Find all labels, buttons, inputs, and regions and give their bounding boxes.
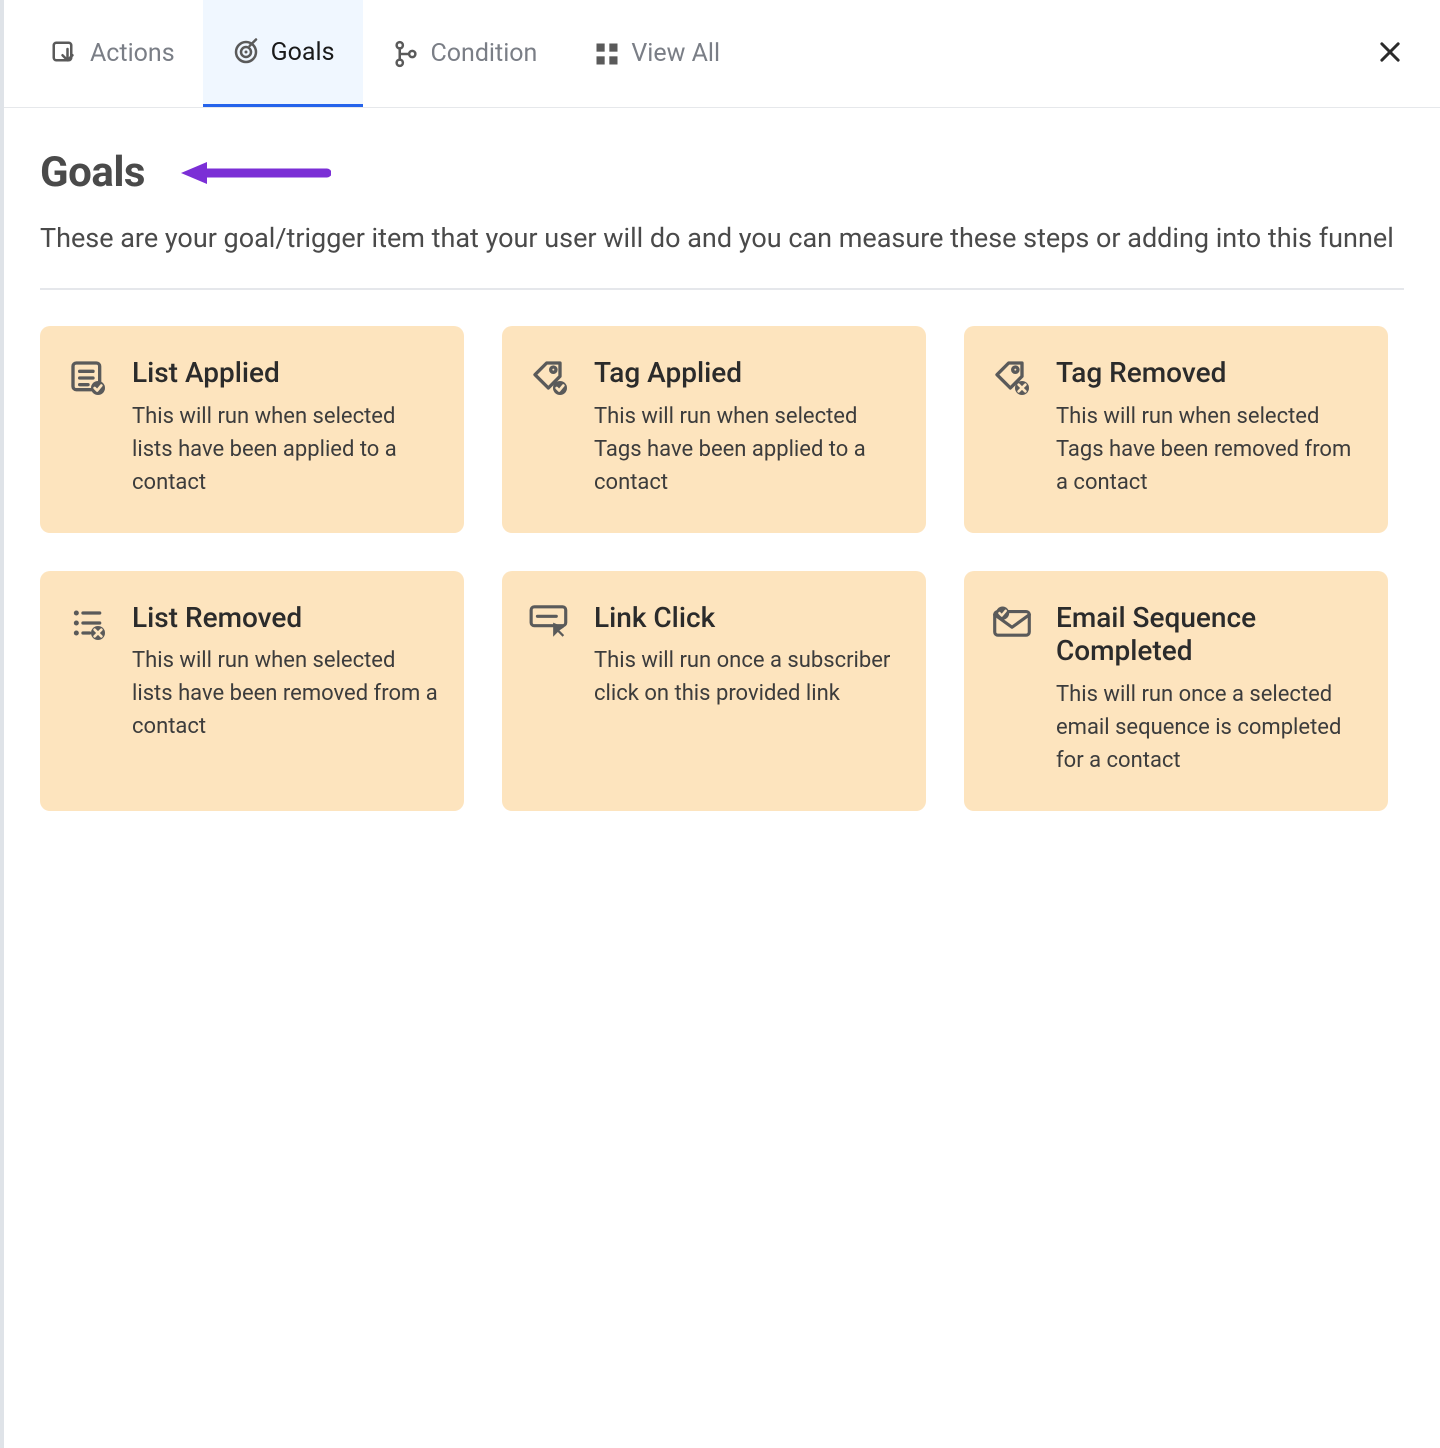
tag-removed-icon <box>990 358 1034 402</box>
actions-icon <box>50 39 80 69</box>
goal-card-email-sequence-completed[interactable]: Email Sequence Completed This will run o… <box>964 571 1388 811</box>
goal-card-title: Link Click <box>594 601 900 635</box>
goals-grid: List Applied This will run when selected… <box>40 326 1388 811</box>
email-sequence-icon <box>990 603 1034 647</box>
tab-goals-label: Goals <box>271 38 335 67</box>
goal-card-list-removed[interactable]: List Removed This will run when selected… <box>40 571 464 811</box>
goal-card-link-click[interactable]: Link Click This will run once a subscrib… <box>502 571 926 811</box>
tab-actions-label: Actions <box>90 39 175 68</box>
goal-card-title: Tag Applied <box>594 356 900 390</box>
goal-card-desc: This will run once a subscriber click on… <box>594 644 900 710</box>
goal-card-desc: This will run when selected lists have b… <box>132 400 438 499</box>
goal-card-title: Email Sequence Completed <box>1056 601 1362 668</box>
tab-condition[interactable]: Condition <box>363 0 566 107</box>
close-button[interactable] <box>1372 36 1408 72</box>
goal-card-title: List Applied <box>132 356 438 390</box>
condition-icon <box>391 39 421 69</box>
goal-card-desc: This will run when selected lists have b… <box>132 644 438 743</box>
arrow-annotation <box>181 159 331 187</box>
page-title: Goals <box>40 148 145 197</box>
tab-goals[interactable]: Goals <box>203 0 363 107</box>
goal-card-desc: This will run once a selected email sequ… <box>1056 678 1362 777</box>
goal-card-desc: This will run when selected Tags have be… <box>594 400 900 499</box>
divider <box>40 288 1404 290</box>
goal-card-tag-applied[interactable]: Tag Applied This will run when selected … <box>502 326 926 533</box>
goal-card-desc: This will run when selected Tags have be… <box>1056 400 1362 499</box>
tabs-bar: Actions Goals Condition View All <box>4 0 1440 108</box>
tab-condition-label: Condition <box>431 39 538 68</box>
link-click-icon <box>528 603 572 647</box>
page-subheading: These are your goal/trigger item that yo… <box>40 219 1400 258</box>
close-icon <box>1376 38 1404 70</box>
tag-applied-icon <box>528 358 572 402</box>
grid-icon <box>593 40 621 68</box>
goal-card-tag-removed[interactable]: Tag Removed This will run when selected … <box>964 326 1388 533</box>
tab-actions[interactable]: Actions <box>22 0 203 107</box>
tab-view-all[interactable]: View All <box>565 0 748 107</box>
goals-icon <box>231 37 261 67</box>
list-applied-icon <box>66 358 110 402</box>
goal-card-title: Tag Removed <box>1056 356 1362 390</box>
list-removed-icon <box>66 603 110 647</box>
goal-card-title: List Removed <box>132 601 438 635</box>
goal-card-list-applied[interactable]: List Applied This will run when selected… <box>40 326 464 533</box>
tab-view-all-label: View All <box>631 39 720 68</box>
